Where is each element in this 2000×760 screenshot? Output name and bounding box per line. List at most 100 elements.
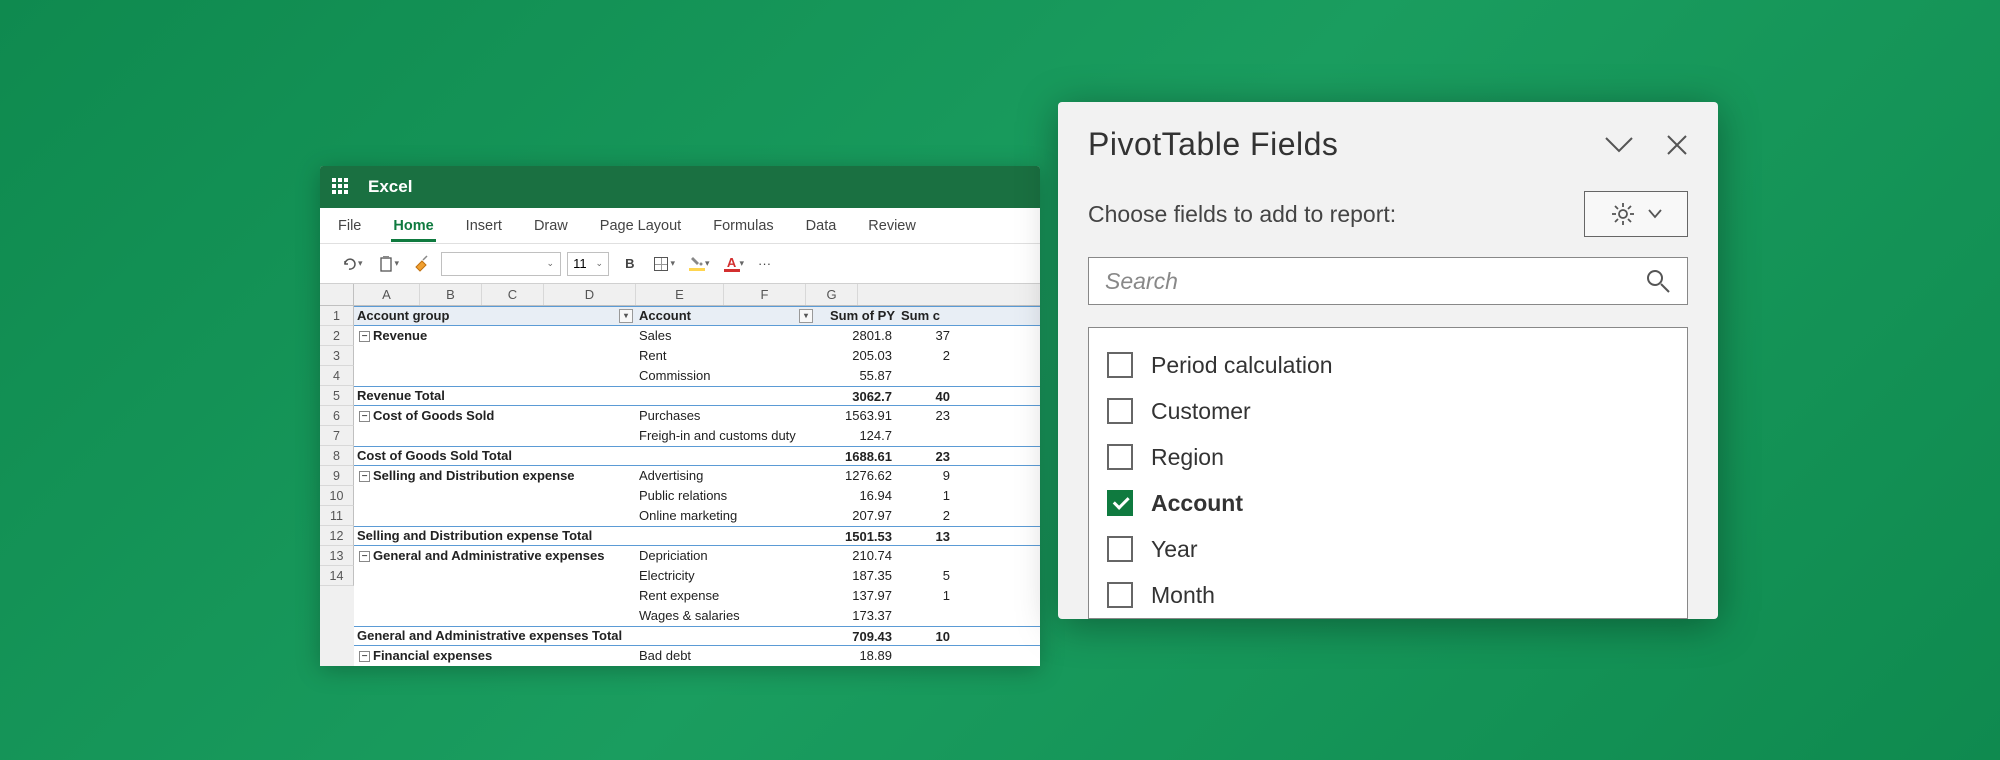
collapse-icon[interactable] xyxy=(1604,136,1634,154)
field-item[interactable]: Month xyxy=(1107,572,1669,618)
paste-button[interactable]: ▾ xyxy=(373,252,404,276)
row-header[interactable]: 11 xyxy=(320,506,354,526)
table-row[interactable]: −Cost of Goods SoldPurchases1563.9123 xyxy=(354,406,1040,426)
tab-file[interactable]: File xyxy=(336,210,363,242)
row-header[interactable]: 8 xyxy=(320,446,354,466)
font-family-select[interactable]: ⌄ xyxy=(441,252,561,276)
app-name: Excel xyxy=(368,177,412,197)
fields-list: Period calculation Customer Region Account Y… xyxy=(1088,327,1688,619)
field-item[interactable]: Customer xyxy=(1107,388,1669,434)
chevron-down-icon xyxy=(1648,209,1662,219)
table-row[interactable]: Commission55.87 xyxy=(354,366,1040,386)
table-row[interactable]: Rent205.032 xyxy=(354,346,1040,366)
col-header-c[interactable]: C xyxy=(482,284,544,305)
field-checkbox[interactable] xyxy=(1107,582,1133,608)
tab-data[interactable]: Data xyxy=(804,210,839,242)
borders-button[interactable]: ▾ xyxy=(650,254,679,274)
row-header[interactable]: 5 xyxy=(320,386,354,406)
row-header[interactable]: 12 xyxy=(320,526,354,546)
font-size-select[interactable]: 11 ⌄ xyxy=(567,252,609,276)
collapse-button[interactable]: − xyxy=(359,471,370,482)
table-row[interactable]: Wages & salaries173.37 xyxy=(354,606,1040,626)
field-checkbox[interactable] xyxy=(1107,444,1133,470)
field-item[interactable]: Year xyxy=(1107,526,1669,572)
field-label: Region xyxy=(1151,444,1224,471)
field-label: Period calculation xyxy=(1151,352,1333,379)
row-header[interactable]: 10 xyxy=(320,486,354,506)
row-header[interactable]: 6 xyxy=(320,406,354,426)
table-row[interactable]: Rent expense137.971 xyxy=(354,586,1040,606)
field-label: Month xyxy=(1151,582,1215,609)
tab-formulas[interactable]: Formulas xyxy=(711,210,775,242)
pivot-subtitle: Choose fields to add to report: xyxy=(1088,201,1396,228)
filter-button[interactable]: ▾ xyxy=(799,309,813,323)
field-checkbox[interactable] xyxy=(1107,490,1133,516)
table-row[interactable]: −RevenueSales2801.837 xyxy=(354,326,1040,346)
tab-draw[interactable]: Draw xyxy=(532,210,570,242)
field-item[interactable]: Account xyxy=(1107,480,1669,526)
search-box[interactable] xyxy=(1088,257,1688,305)
table-row[interactable]: Account group▾Account▾Sum of PYSum c xyxy=(354,306,1040,326)
col-header-b[interactable]: B xyxy=(420,284,482,305)
table-row[interactable]: −Financial expensesBad debt18.89 xyxy=(354,646,1040,666)
ribbon-tabs: File Home Insert Draw Page Layout Formul… xyxy=(320,208,1040,244)
filter-button[interactable]: ▾ xyxy=(619,309,633,323)
row-header[interactable]: 4 xyxy=(320,366,354,386)
font-color-button[interactable]: A▾ xyxy=(720,254,749,274)
col-header-d[interactable]: D xyxy=(544,284,636,305)
table-row[interactable]: −Selling and Distribution expenseAdverti… xyxy=(354,466,1040,486)
collapse-button[interactable]: − xyxy=(359,651,370,662)
row-header[interactable]: 7 xyxy=(320,426,354,446)
col-header-a[interactable]: A xyxy=(354,284,420,305)
row-header[interactable]: 1 xyxy=(320,306,354,326)
field-checkbox[interactable] xyxy=(1107,352,1133,378)
excel-window: Excel File Home Insert Draw Page Layout … xyxy=(320,166,1040,666)
row-header[interactable]: 9 xyxy=(320,466,354,486)
field-item[interactable]: Region xyxy=(1107,434,1669,480)
field-checkbox[interactable] xyxy=(1107,398,1133,424)
grid-body: 1 2 3 4 5 6 7 8 9 10 11 12 13 14 Account… xyxy=(320,306,1040,666)
table-row[interactable]: Online marketing207.972 xyxy=(354,506,1040,526)
select-all-cell[interactable] xyxy=(320,284,354,305)
table-row[interactable]: Public relations16.941 xyxy=(354,486,1040,506)
field-settings-button[interactable] xyxy=(1584,191,1688,237)
table-row[interactable]: Freigh-in and customs duty124.7 xyxy=(354,426,1040,446)
table-row[interactable]: Electricity187.355 xyxy=(354,566,1040,586)
collapse-button[interactable]: − xyxy=(359,411,370,422)
search-input[interactable] xyxy=(1105,268,1558,295)
tab-insert[interactable]: Insert xyxy=(464,210,504,242)
data-area[interactable]: Account group▾Account▾Sum of PYSum c−Rev… xyxy=(354,306,1040,666)
ribbon-toolbar: ▾ ▾ ⌄ 11 ⌄ B ▾ ▾ A▾ ··· xyxy=(320,244,1040,284)
tab-home[interactable]: Home xyxy=(391,210,435,242)
pivot-title: PivotTable Fields xyxy=(1088,126,1338,163)
col-header-f[interactable]: F xyxy=(724,284,806,305)
row-header[interactable]: 14 xyxy=(320,566,354,586)
font-size-value: 11 xyxy=(573,256,587,271)
row-header[interactable]: 13 xyxy=(320,546,354,566)
table-row[interactable]: Revenue Total3062.740 xyxy=(354,386,1040,406)
field-checkbox[interactable] xyxy=(1107,536,1133,562)
undo-button[interactable]: ▾ xyxy=(336,252,367,276)
row-header[interactable]: 2 xyxy=(320,326,354,346)
close-icon[interactable] xyxy=(1666,134,1688,156)
more-button[interactable]: ··· xyxy=(754,253,775,274)
collapse-button[interactable]: − xyxy=(359,551,370,562)
fill-color-button[interactable]: ▾ xyxy=(685,254,714,274)
field-item[interactable]: Period calculation xyxy=(1107,342,1669,388)
table-row[interactable]: −General and Administrative expensesDepr… xyxy=(354,546,1040,566)
table-row[interactable]: General and Administrative expenses Tota… xyxy=(354,626,1040,646)
tab-page-layout[interactable]: Page Layout xyxy=(598,210,683,242)
field-label: Account xyxy=(1151,490,1243,517)
app-launcher-icon[interactable] xyxy=(332,178,350,196)
format-painter-button[interactable] xyxy=(409,252,435,276)
table-row[interactable]: Selling and Distribution expense Total15… xyxy=(354,526,1040,546)
col-header-g[interactable]: G xyxy=(806,284,858,305)
row-header[interactable]: 3 xyxy=(320,346,354,366)
gear-icon xyxy=(1610,201,1636,227)
pivot-fields-pane: PivotTable Fields Choose fields to add t… xyxy=(1058,102,1718,619)
collapse-button[interactable]: − xyxy=(359,331,370,342)
table-row[interactable]: Cost of Goods Sold Total1688.6123 xyxy=(354,446,1040,466)
col-header-e[interactable]: E xyxy=(636,284,724,305)
tab-review[interactable]: Review xyxy=(866,210,918,242)
bold-button[interactable]: B xyxy=(621,253,638,274)
